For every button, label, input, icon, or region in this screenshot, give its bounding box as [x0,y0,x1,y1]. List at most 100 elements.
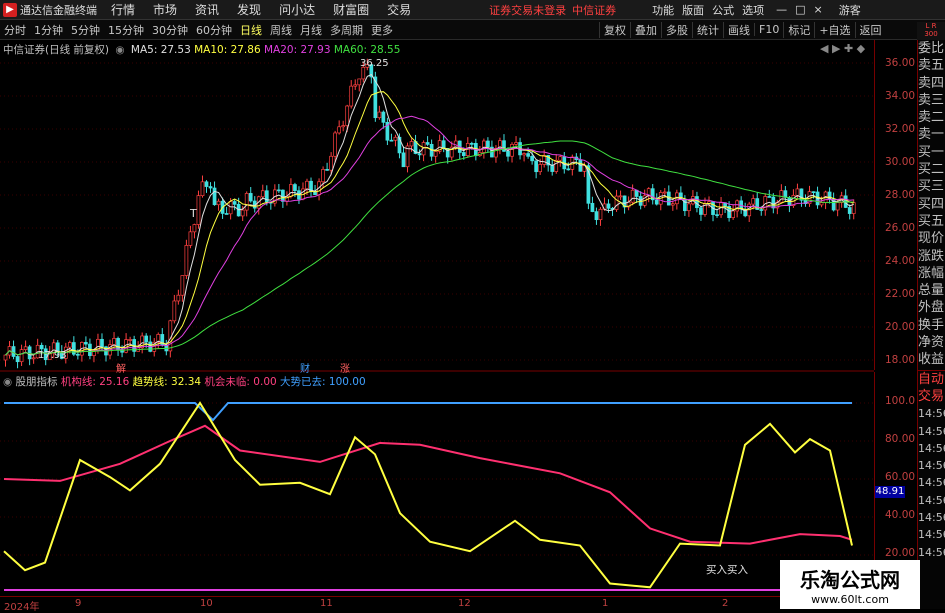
price-tick: 36.00 [885,57,916,69]
quote-field: 净资 [918,335,945,351]
broker-name: 中信证券 [572,3,617,17]
menu-market[interactable]: 市场 [153,1,177,18]
buy-signal-label: 买入买入 [706,564,748,576]
period-intraday[interactable]: 分时 [0,22,30,38]
price-scale: 36.00 34.00 32.00 30.00 28.00 26.00 24.00 22.00… [874,40,917,370]
current-value-badge: 48.91 [875,486,905,498]
chart-canvas[interactable] [0,40,874,596]
period-1min[interactable]: 1分钟 [30,22,67,38]
menu-ask[interactable]: 问小达 [279,1,315,18]
indicator-name: 股朋指标 [15,376,58,388]
period-more[interactable]: 更多 [367,22,397,38]
period-monthly[interactable]: 月线 [296,22,326,38]
quote-field: 涨跌 [918,248,945,264]
quote-field: 卖二 [918,110,945,126]
price-tick: 22.00 [885,288,916,300]
price-grid [0,62,874,556]
login-status[interactable]: 证券交易未登录 [489,2,566,18]
maximize-icon[interactable]: □ [795,3,805,16]
tool-overlay[interactable]: 叠加 [630,21,661,38]
menu-quotes[interactable]: 行情 [111,1,135,18]
quote-field: 收益 [918,352,945,368]
quote-field: 买四 [918,196,945,212]
price-tick: 26.00 [885,222,916,234]
tool-mark[interactable]: 标记 [783,21,814,38]
tick-time: 14:56 [918,441,945,455]
tool-f10[interactable]: F10 [754,23,783,36]
event-marker-1[interactable]: 解 [116,360,126,375]
menu-community[interactable]: 财富圈 [333,1,369,18]
tick-time: 14:56 [918,528,945,542]
period-15min[interactable]: 15分钟 [104,22,148,38]
tick-time: 14:56 [918,476,945,490]
minimize-icon[interactable]: — [776,3,787,16]
indicator-tick: 80.00 [885,433,916,445]
menu-layout[interactable]: 版面 [682,2,704,18]
t-marker: T [190,207,197,220]
tick-time: 14:56 [918,407,945,421]
menu-trade[interactable]: 交易 [387,1,411,18]
date-tick: 2 [722,598,729,609]
menu-options[interactable]: 选项 [742,2,764,18]
indicator-tick: 20.00 [885,547,916,559]
event-marker-3[interactable]: 涨 [340,360,350,375]
quote-field: 涨幅 [918,265,945,281]
tool-add-watch[interactable]: +自选 [814,21,854,38]
price-tick: 32.00 [885,123,916,135]
quote-field: 外盘 [918,300,945,316]
date-axis: 2024年 9 10 11 12 1 2 [0,596,874,613]
date-tick: 10 [200,598,213,609]
high-price-label: 36.25 [360,58,389,69]
period-daily[interactable]: 日线 [236,22,266,38]
guest-label[interactable]: 游客 [839,2,861,18]
quote-field: 卖一 [918,127,945,143]
price-tick: 20.00 [885,321,916,333]
indicator-tick: 40.00 [885,509,916,521]
trend-gone-label: 大势已去: 100.00 [280,376,366,388]
quote-field: 卖四 [918,75,945,91]
indicator-tick: 60.00 [885,471,916,483]
date-tick: 12 [458,598,471,609]
tick-time: 14:56 [918,493,945,507]
price-tick: 18.00 [885,354,916,366]
price-tick: 30.00 [885,156,916,168]
period-30min[interactable]: 30分钟 [148,22,192,38]
quote-field: 卖五 [918,58,945,74]
level-badge: L R 300 [917,22,945,40]
indicator-tick: 100.0 [885,395,916,407]
watermark-title: 乐淘公式网 [800,568,900,592]
date-tick: 2024年 [4,602,40,613]
period-5min[interactable]: 5分钟 [67,22,104,38]
tick-time: 14:56 [918,545,945,559]
quote-field: 换手 [918,317,945,333]
title-bar: ▶ 通达信金融终端 行情 市场 资讯 发现 问小达 财富圈 交易 证券交易未登录… [0,0,945,20]
menu-function[interactable]: 功能 [652,2,674,18]
close-icon[interactable]: × [814,3,823,16]
quote-field: 委比 [918,41,945,56]
event-marker-2[interactable]: 财 [300,360,310,375]
tool-draw[interactable]: 画线 [723,21,754,38]
period-multi[interactable]: 多周期 [326,22,367,38]
tool-multi-stock[interactable]: 多股 [661,21,692,38]
menu-news[interactable]: 资讯 [195,1,219,18]
date-tick: 1 [602,598,609,609]
tool-back[interactable]: 返回 [854,21,886,38]
tick-time: 14:56 [918,459,945,473]
menu-discover[interactable]: 发现 [237,1,261,18]
period-weekly[interactable]: 周线 [266,22,296,38]
period-60min[interactable]: 60分钟 [192,22,236,38]
opportunity-label: 机会未临: 0.00 [204,376,277,388]
tool-stats[interactable]: 统计 [692,21,723,38]
menu-formula[interactable]: 公式 [712,2,734,18]
candlesticks [3,58,856,369]
quote-field: 现价 [918,231,945,247]
moving-averages [5,73,854,356]
tool-adjust[interactable]: 复权 [599,21,630,38]
tick-time: 14:56 [918,424,945,438]
trend-line-label: 趋势线: 32.34 [132,376,202,388]
price-tick: 28.00 [885,189,916,201]
date-tick: 11 [320,598,333,609]
watermark-url: www.60lt.com [811,593,889,606]
indicator-scale: 100.0 80.00 60.00 40.00 20.00 [874,372,917,592]
indicator-settings-icon[interactable]: ◉ [3,376,12,388]
